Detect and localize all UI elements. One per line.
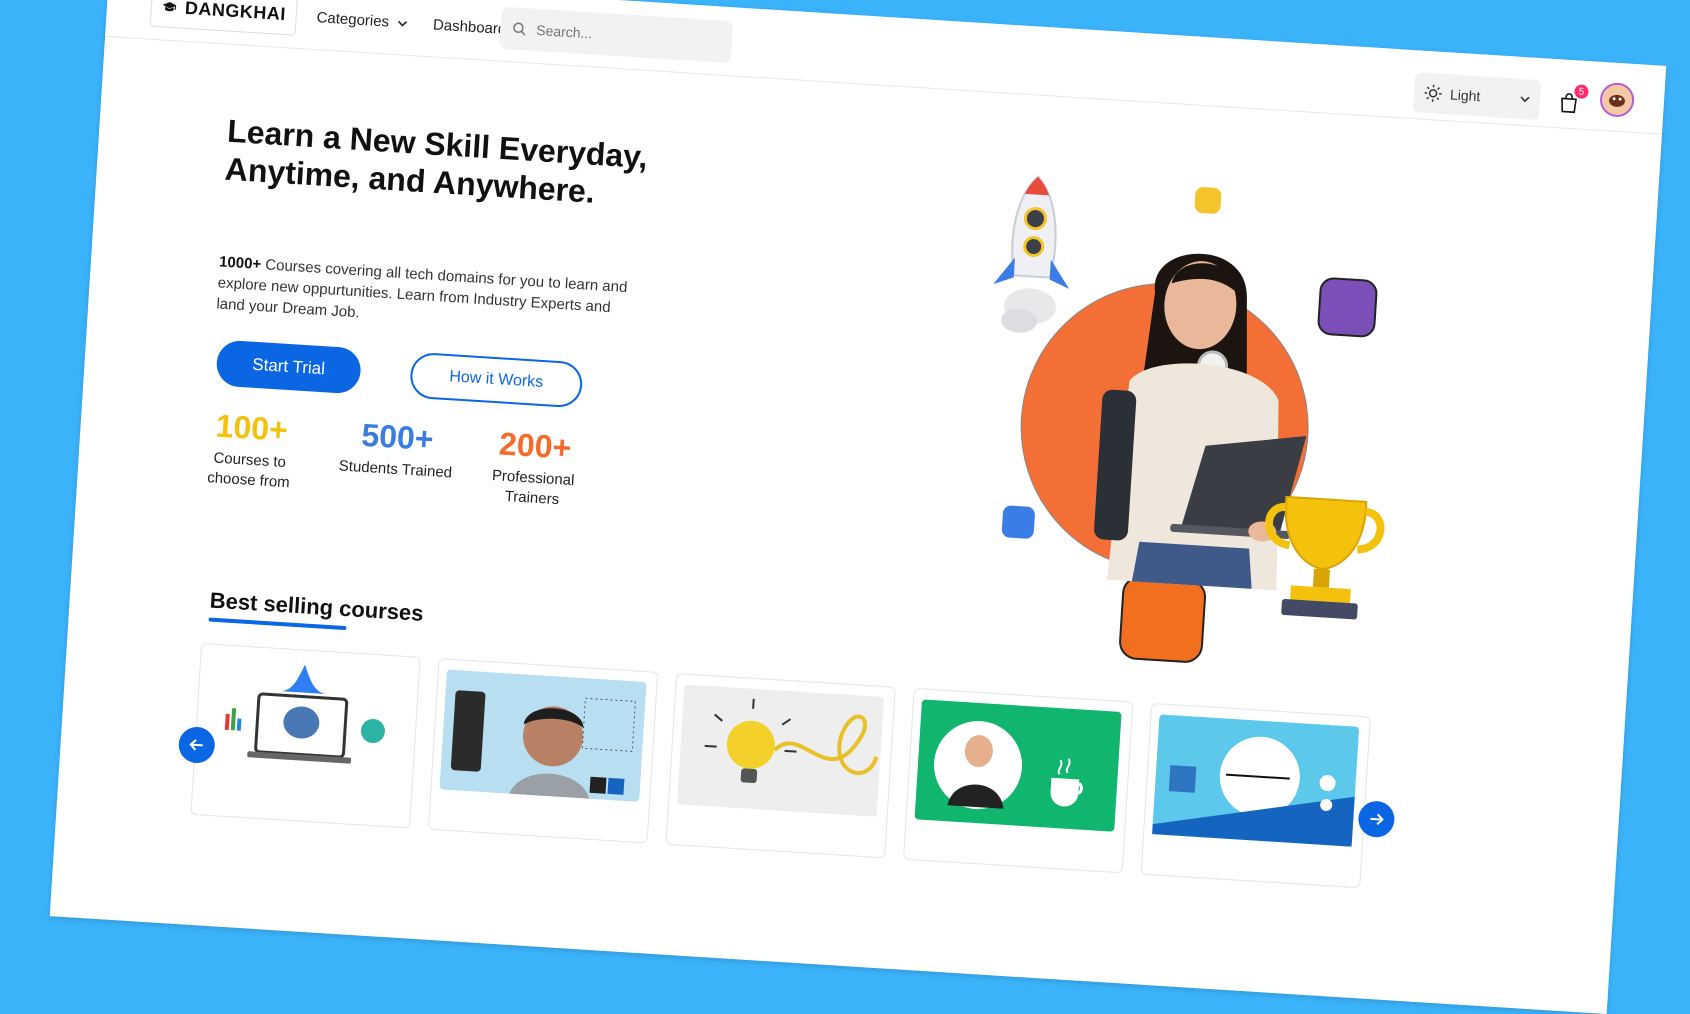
brand-name: DANGKHAI [184, 0, 286, 25]
stat-label: Courses to choose from [189, 447, 309, 494]
course-carousel [190, 643, 1370, 888]
stat-students: 500+ Students Trained [336, 415, 458, 483]
search-icon [512, 21, 527, 36]
decorative-yellow-shape [1194, 187, 1222, 215]
avatar-image [1601, 84, 1633, 116]
stat-trainers: 200+ Professional Trainers [472, 424, 595, 512]
course-thumbnail-nextjs [1152, 714, 1359, 846]
top-navigation-bar: DANGKHAI Categories Dashboard [105, 0, 1666, 135]
decorative-orange-shape [1118, 575, 1207, 664]
arrow-right-icon [1367, 810, 1386, 829]
course-card[interactable] [428, 658, 658, 843]
user-avatar[interactable] [1599, 82, 1635, 118]
course-card[interactable] [903, 688, 1133, 873]
hero-description: 1000+ Courses covering all tech domains … [216, 251, 639, 340]
course-card[interactable] [1140, 703, 1370, 888]
chevron-down-icon [397, 20, 407, 27]
course-thumbnail-postgresql [202, 655, 409, 787]
arrow-left-icon [187, 735, 206, 754]
search-input[interactable] [534, 21, 719, 51]
sun-icon [1424, 84, 1443, 103]
course-card[interactable] [190, 643, 420, 828]
nav-categories-label: Categories [316, 9, 389, 31]
chevron-down-icon [1520, 96, 1530, 103]
main-nav: Categories Dashboard [316, 9, 507, 38]
graduation-cap-icon [161, 0, 177, 18]
start-trial-button[interactable]: Start Trial [215, 340, 362, 395]
decorative-blue-shape [1001, 505, 1035, 539]
nextjs-course-illustration [1152, 714, 1359, 846]
stat-courses: 100+ Courses to choose from [189, 406, 312, 494]
postgresql-laptop-illustration [202, 655, 409, 787]
webpage: DANGKHAI Categories Dashboard [50, 0, 1667, 1014]
brand-logo[interactable]: DANGKHAI [150, 0, 298, 36]
course-thumbnail-idea [677, 684, 884, 816]
search-bar [499, 7, 733, 63]
stat-value: 500+ [337, 415, 457, 459]
stat-value: 200+ [475, 424, 595, 468]
nav-dashboard[interactable]: Dashboard [432, 16, 506, 38]
course-thumbnail-design [439, 670, 646, 802]
stat-value: 100+ [192, 406, 312, 450]
java-instructor-illustration [915, 699, 1122, 831]
theme-selector[interactable]: Light [1413, 72, 1541, 120]
nav-categories[interactable]: Categories [316, 9, 407, 32]
cart-count-badge: 5 [1574, 84, 1589, 99]
hero-description-text: Courses covering all tech domains for yo… [216, 256, 628, 321]
course-card[interactable] [665, 673, 895, 858]
how-it-works-button[interactable]: How it Works [409, 352, 584, 409]
course-thumbnail-java [915, 699, 1122, 831]
designer-course-illustration [439, 670, 646, 802]
hero-title: Learn a New Skill Everyday, Anytime, and… [224, 112, 658, 215]
yarn-lightbulb-illustration [677, 684, 884, 816]
stat-label: Professional Trainers [472, 465, 592, 512]
stat-label: Students Trained [336, 456, 455, 483]
trophy-icon [1249, 481, 1398, 630]
hero-description-bold: 1000+ [219, 253, 262, 273]
theme-label: Light [1450, 86, 1481, 104]
